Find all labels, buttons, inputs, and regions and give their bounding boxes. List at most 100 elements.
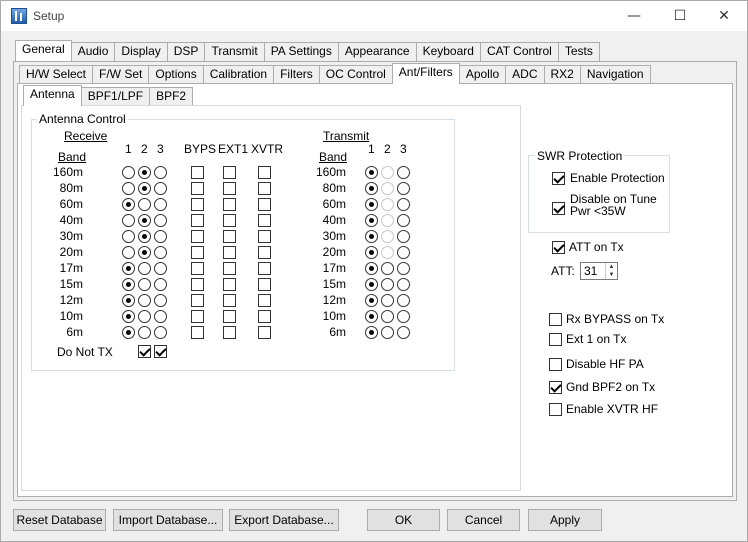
rx-ext1-checkbox[interactable] xyxy=(223,198,236,211)
tx-ant3-radio[interactable] xyxy=(397,326,410,339)
rx-ant2-radio[interactable] xyxy=(138,198,151,211)
export-database-button[interactable]: Export Database... xyxy=(229,509,339,531)
rx-byps-checkbox[interactable] xyxy=(191,246,204,259)
rx-xvtr-checkbox[interactable] xyxy=(258,246,271,259)
ext-1-on-tx-checkbox[interactable] xyxy=(549,333,562,346)
enable-protection-checkbox[interactable] xyxy=(552,172,565,185)
tx-ant2-radio[interactable] xyxy=(381,310,394,323)
tx-ant2-radio[interactable] xyxy=(381,246,394,259)
rx-ant2-radio[interactable] xyxy=(138,326,151,339)
rx-ext1-checkbox[interactable] xyxy=(223,262,236,275)
do-not-tx-ant1-checkbox[interactable] xyxy=(138,345,151,358)
rx-ant1-radio[interactable] xyxy=(122,198,135,211)
tab-pa-settings[interactable]: PA Settings xyxy=(263,42,339,61)
tx-ant2-radio[interactable] xyxy=(381,182,394,195)
rx-ant2-radio[interactable] xyxy=(138,246,151,259)
rx-ant1-radio[interactable] xyxy=(122,326,135,339)
tx-ant1-radio[interactable] xyxy=(365,230,378,243)
rx-ext1-checkbox[interactable] xyxy=(223,214,236,227)
import-database-button[interactable]: Import Database... xyxy=(113,509,223,531)
tx-ant2-radio[interactable] xyxy=(381,214,394,227)
att-spinner[interactable]: 31 ▲ ▼ xyxy=(580,262,618,280)
tab-transmit[interactable]: Transmit xyxy=(204,42,265,61)
rx-ant2-radio[interactable] xyxy=(138,214,151,227)
rx-ext1-checkbox[interactable] xyxy=(223,326,236,339)
rx-ext1-checkbox[interactable] xyxy=(223,246,236,259)
att-on-tx-checkbox[interactable] xyxy=(552,241,565,254)
cancel-button[interactable]: Cancel xyxy=(447,509,520,531)
rx-byps-checkbox[interactable] xyxy=(191,326,204,339)
rx-ant1-radio[interactable] xyxy=(122,230,135,243)
spin-down-icon[interactable]: ▼ xyxy=(606,271,617,279)
rx-byps-checkbox[interactable] xyxy=(191,310,204,323)
tab-audio[interactable]: Audio xyxy=(70,42,116,61)
tx-ant3-radio[interactable] xyxy=(397,198,410,211)
tx-ant1-radio[interactable] xyxy=(365,326,378,339)
rx-ant2-radio[interactable] xyxy=(138,294,151,307)
tab-dsp[interactable]: DSP xyxy=(166,42,206,61)
rx-ext1-checkbox[interactable] xyxy=(223,310,236,323)
rx-ant1-radio[interactable] xyxy=(122,214,135,227)
tab-general[interactable]: General xyxy=(15,40,72,61)
innertab-bpf2[interactable]: BPF2 xyxy=(149,87,194,106)
tx-ant3-radio[interactable] xyxy=(397,310,410,323)
rx-xvtr-checkbox[interactable] xyxy=(258,310,271,323)
rx-byps-checkbox[interactable] xyxy=(191,230,204,243)
rx-ant2-radio[interactable] xyxy=(138,182,151,195)
tx-ant2-radio[interactable] xyxy=(381,262,394,275)
rx-xvtr-checkbox[interactable] xyxy=(258,166,271,179)
tx-ant2-radio[interactable] xyxy=(381,294,394,307)
rx-byps-checkbox[interactable] xyxy=(191,166,204,179)
subtab-apollo[interactable]: Apollo xyxy=(458,65,507,84)
rx-ant3-radio[interactable] xyxy=(154,246,167,259)
minimize-button[interactable]: — xyxy=(611,1,657,31)
rx-ant2-radio[interactable] xyxy=(138,230,151,243)
gnd-bpf2-on-tx-checkbox[interactable] xyxy=(549,381,562,394)
tx-ant3-radio[interactable] xyxy=(397,278,410,291)
subtab-calibration[interactable]: Calibration xyxy=(202,65,275,84)
tx-ant3-radio[interactable] xyxy=(397,214,410,227)
rx-bypass-on-tx-checkbox[interactable] xyxy=(549,313,562,326)
tx-ant1-radio[interactable] xyxy=(365,278,378,291)
tx-ant3-radio[interactable] xyxy=(397,230,410,243)
rx-byps-checkbox[interactable] xyxy=(191,182,204,195)
rx-xvtr-checkbox[interactable] xyxy=(258,198,271,211)
subtab-rx2[interactable]: RX2 xyxy=(543,65,581,84)
subtab-f-w-set[interactable]: F/W Set xyxy=(92,65,150,84)
tx-ant3-radio[interactable] xyxy=(397,182,410,195)
rx-xvtr-checkbox[interactable] xyxy=(258,294,271,307)
rx-ant2-radio[interactable] xyxy=(138,310,151,323)
rx-ext1-checkbox[interactable] xyxy=(223,294,236,307)
subtab-navigation[interactable]: Navigation xyxy=(579,65,651,84)
spin-up-icon[interactable]: ▲ xyxy=(606,263,617,271)
rx-xvtr-checkbox[interactable] xyxy=(258,182,271,195)
rx-ant2-radio[interactable] xyxy=(138,278,151,291)
rx-ant1-radio[interactable] xyxy=(122,278,135,291)
subtab-oc-control[interactable]: OC Control xyxy=(318,65,393,84)
rx-ext1-checkbox[interactable] xyxy=(223,166,236,179)
tx-ant2-radio[interactable] xyxy=(381,166,394,179)
rx-ant3-radio[interactable] xyxy=(154,326,167,339)
rx-ant3-radio[interactable] xyxy=(154,230,167,243)
rx-ant3-radio[interactable] xyxy=(154,294,167,307)
rx-ant1-radio[interactable] xyxy=(122,310,135,323)
rx-ext1-checkbox[interactable] xyxy=(223,182,236,195)
tab-cat-control[interactable]: CAT Control xyxy=(479,42,559,61)
rx-byps-checkbox[interactable] xyxy=(191,262,204,275)
rx-xvtr-checkbox[interactable] xyxy=(258,326,271,339)
innertab-bpf1-lpf[interactable]: BPF1/LPF xyxy=(80,87,151,106)
rx-ant3-radio[interactable] xyxy=(154,182,167,195)
tx-ant1-radio[interactable] xyxy=(365,294,378,307)
tab-appearance[interactable]: Appearance xyxy=(337,42,417,61)
rx-xvtr-checkbox[interactable] xyxy=(258,214,271,227)
rx-ant3-radio[interactable] xyxy=(154,166,167,179)
rx-xvtr-checkbox[interactable] xyxy=(258,278,271,291)
tx-ant1-radio[interactable] xyxy=(365,214,378,227)
disable-on-tune-checkbox[interactable] xyxy=(552,202,565,215)
rx-ant1-radio[interactable] xyxy=(122,166,135,179)
maximize-button[interactable]: ☐ xyxy=(657,1,703,31)
tx-ant1-radio[interactable] xyxy=(365,166,378,179)
tx-ant1-radio[interactable] xyxy=(365,310,378,323)
rx-xvtr-checkbox[interactable] xyxy=(258,262,271,275)
rx-ant2-radio[interactable] xyxy=(138,262,151,275)
